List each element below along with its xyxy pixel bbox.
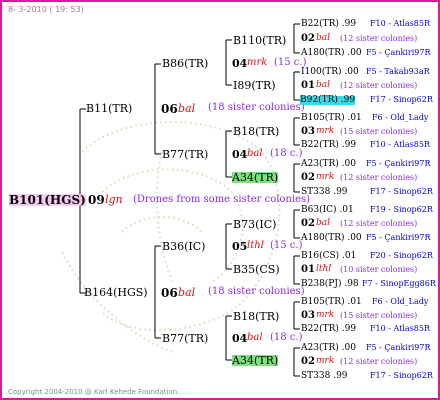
- gen3-mate-mark: mrk: [316, 126, 335, 136]
- gen4-queen[interactable]: A180(TR) .00: [301, 234, 362, 243]
- gen4-location: F10 - Atlas85R: [370, 19, 431, 28]
- gen1-mate-note: (18 sister colonies): [208, 102, 305, 113]
- gen2-mate-number: 04: [232, 57, 248, 70]
- gen3-mate-note: (15 sister colonies): [340, 311, 418, 320]
- gen3-mate-mark: mrk: [316, 356, 335, 366]
- gen4-location: F5 - Çankiri97R: [366, 233, 431, 242]
- gen4-queen[interactable]: B16(CS) .01: [301, 252, 356, 261]
- gen2-mate-number: 05: [232, 240, 248, 253]
- gen2-mate-number: 04: [232, 148, 248, 161]
- gen4-queen[interactable]: B105(TR) .01: [301, 298, 362, 307]
- gen3-queen[interactable]: B18(TR): [233, 126, 279, 137]
- gen4-location: F5 - Çankiri97R: [366, 343, 431, 352]
- gen4-queen[interactable]: B238(PJ) .98: [301, 280, 359, 289]
- gen3-queen[interactable]: B18(TR): [233, 311, 279, 322]
- gen4-location: F6 - Old_Lady: [372, 113, 429, 122]
- copyright-footer: Copyright 2004-2010 @ Karl Kehede Founda…: [8, 388, 180, 396]
- gen3-mate-number: 02: [301, 33, 315, 44]
- gen3-mate-number: 02: [301, 356, 315, 367]
- gen1-mate-mark: bal: [178, 102, 196, 115]
- gen4-queen[interactable]: B105(TR) .01: [301, 114, 362, 123]
- gen2-mate-note: (18 c.): [270, 148, 303, 159]
- gen4-location: F5 - Çankiri97R: [366, 48, 431, 57]
- gen3-mate-number: 03: [301, 310, 315, 321]
- gen2-queen[interactable]: B77(TR): [162, 149, 208, 160]
- gen2-mate-mark: bal: [247, 332, 263, 343]
- root-mate-note: (Drones from some sister colonies): [133, 194, 311, 205]
- gen2-mate-mark: bal: [247, 148, 263, 159]
- gen3-mate-mark: bal: [316, 218, 331, 228]
- gen4-queen[interactable]: B22(TR) .99: [301, 325, 356, 334]
- gen3-queen[interactable]: I89(TR): [233, 80, 276, 91]
- gen4-location: F5 - Çankiri97R: [366, 159, 431, 168]
- gen4-queen[interactable]: A23(TR) .00: [301, 344, 356, 353]
- gen3-queen[interactable]: B110(TR): [233, 35, 286, 46]
- gen4-location: F17 - Sinop62R: [370, 187, 433, 196]
- gen4-queen[interactable]: ST338 .99: [301, 372, 348, 381]
- gen2-mate-mark: mrk: [247, 57, 268, 68]
- gen2-queen[interactable]: B77(TR): [162, 333, 208, 344]
- gen3-mate-mark: bal: [316, 80, 331, 90]
- gen4-queen[interactable]: B63(IC) .01: [301, 206, 354, 215]
- root-queen[interactable]: B101(HGS): [9, 194, 86, 206]
- gen3-mate-number: 01: [301, 80, 315, 91]
- gen4-queen[interactable]: A23(TR) .00: [301, 160, 356, 169]
- gen3-queen[interactable]: B73(IC): [233, 219, 276, 230]
- gen3-mate-note: (12 sister colonies): [340, 357, 418, 366]
- root-mate-number: 09: [88, 193, 105, 207]
- gen1-queen[interactable]: B11(TR): [86, 103, 132, 114]
- gen3-mate-mark: mrk: [316, 172, 335, 182]
- gen3-mate-note: (12 sister colonies): [340, 81, 418, 90]
- header-date: 8- 3-2010 ( 19: 53): [8, 5, 84, 14]
- gen3-mate-note: (10 sister colonies): [340, 265, 418, 274]
- gen3-mate-number: 01: [301, 264, 315, 275]
- gen4-queen[interactable]: B22(TR) .99: [301, 20, 356, 29]
- gen2-mate-number: 04: [232, 332, 248, 345]
- gen4-location: F6 - Old_Lady: [372, 297, 429, 306]
- gen3-mate-note: (12 sister colonies): [340, 219, 418, 228]
- gen3-mate-note: (12 sister colonies): [340, 173, 418, 182]
- gen4-queen[interactable]: ST338 .99: [301, 188, 348, 197]
- gen1-mate-number: 06: [161, 102, 178, 116]
- gen3-mate-number: 02: [301, 172, 315, 183]
- gen4-queen[interactable]: I100(TR) .00: [301, 68, 359, 77]
- gen4-queen[interactable]: B22(TR) .99: [301, 141, 356, 150]
- gen3-queen[interactable]: A34(TR): [232, 172, 279, 183]
- gen4-location: F17 - Sinop62R: [370, 95, 433, 104]
- gen2-queen[interactable]: B36(IC): [162, 241, 205, 252]
- gen4-location: F5 - Takab93aR: [366, 67, 430, 76]
- root-mate-mark: lgn: [105, 193, 123, 206]
- pedigree-frame: 8- 3-2010 ( 19: 53) B101(HGS) 09 lgn (Dr…: [0, 0, 440, 400]
- gen2-mate-note: (18 c.): [270, 332, 303, 343]
- gen3-mate-note: (12 sister colonies): [340, 34, 418, 43]
- gen3-mate-number: 03: [301, 126, 315, 137]
- gen3-queen[interactable]: A34(TR): [232, 355, 279, 366]
- gen2-mate-note: (15 c.): [270, 240, 303, 251]
- gen2-queen[interactable]: B86(TR): [162, 58, 208, 69]
- gen1-mate-mark: bal: [178, 286, 196, 299]
- gen1-mate-note: (18 sister colonies): [208, 286, 305, 297]
- gen4-location: F17 - Sinop62R: [370, 371, 433, 380]
- gen1-mate-number: 06: [161, 286, 178, 300]
- gen4-location: F19 - Sinop62R: [370, 205, 433, 214]
- gen3-mate-mark: bal: [316, 33, 331, 43]
- gen3-mate-mark: lthl: [316, 264, 332, 274]
- gen2-mate-mark: lthl: [247, 240, 264, 251]
- gen4-queen[interactable]: B92(TR) .99: [300, 96, 356, 105]
- gen4-queen[interactable]: A180(TR) .00: [301, 49, 362, 58]
- gen4-location: F7 - SinopEgg86R: [362, 279, 436, 288]
- gen3-mate-note: (15 sister colonies): [340, 127, 418, 136]
- gen4-location: F10 - Atlas85R: [370, 324, 431, 333]
- gen3-mate-number: 02: [301, 218, 315, 229]
- gen4-location: F10 - Atlas85R: [370, 140, 431, 149]
- gen1-queen[interactable]: B164(HGS): [84, 287, 148, 298]
- gen3-mate-mark: mrk: [316, 310, 335, 320]
- gen4-location: F20 - Sinop62R: [370, 251, 433, 260]
- gen3-queen[interactable]: B35(CS): [233, 264, 280, 275]
